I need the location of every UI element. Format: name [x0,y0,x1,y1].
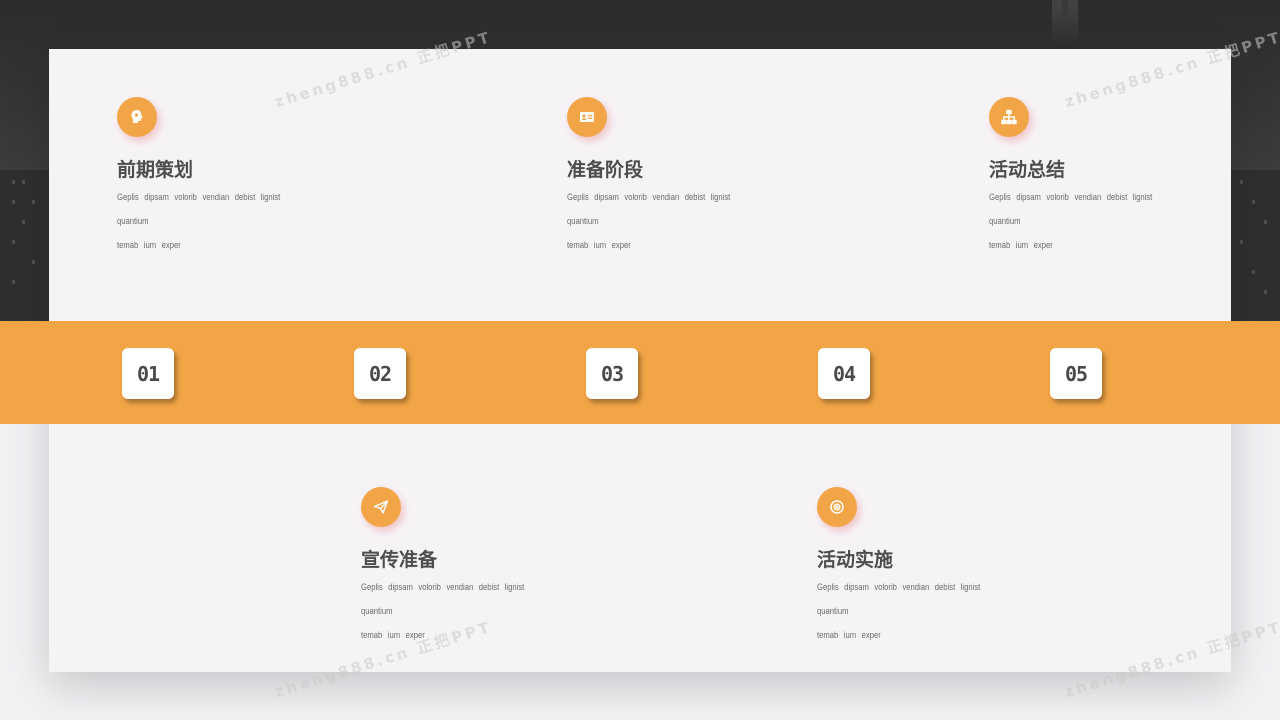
step-number-2: 02 [354,348,406,399]
stage-description: Geplis dipsam volorib vendian debist lig… [817,582,981,640]
stage-title: 前期策划 [117,159,194,181]
org-chart-icon [989,97,1029,137]
stage-description: Geplis dipsam volorib vendian debist lig… [989,192,1153,250]
stage-item-3: 活动总结 Geplis dipsam volorib vendian debis… [989,97,1229,257]
step-number-5: 05 [1050,348,1102,399]
stage-title: 活动总结 [989,159,1066,181]
step-number-1: 01 [122,348,174,399]
stage-title: 准备阶段 [567,159,644,181]
stage-item-1: 前期策划 Geplis dipsam volorib vendian debis… [117,97,357,257]
target-icon [817,487,857,527]
head-idea-icon [117,97,157,137]
stage-item-2: 准备阶段 Geplis dipsam volorib vendian debis… [567,97,807,257]
paper-plane-icon [361,487,401,527]
id-card-icon [567,97,607,137]
step-number-3: 03 [586,348,638,399]
stage-item-5: 活动实施 Geplis dipsam volorib vendian debis… [817,487,1057,647]
stage-description: Geplis dipsam volorib vendian debist lig… [117,192,281,250]
stage-title: 活动实施 [817,549,894,571]
stage-description: Geplis dipsam volorib vendian debist lig… [567,192,731,250]
step-number-4: 04 [818,348,870,399]
stage-title: 宣传准备 [361,549,438,571]
